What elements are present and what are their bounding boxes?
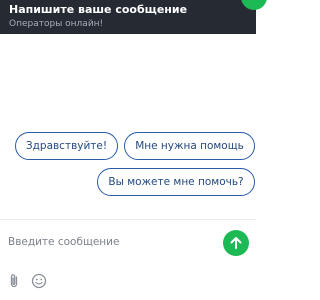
operators-status: Операторы онлайн! [9, 19, 104, 29]
quick-reply-can-you-help[interactable]: Вы можете мне помочь? [97, 168, 255, 196]
arrow-up-icon [230, 237, 242, 249]
quick-reply-need-help[interactable]: Мне нужна помощь [124, 132, 255, 160]
quick-reply-hello[interactable]: Здравствуйте! [15, 132, 118, 160]
composer-divider [0, 219, 256, 220]
chat-title: Напишите ваше сообщение [9, 3, 188, 16]
paperclip-icon[interactable] [7, 273, 21, 289]
message-input[interactable] [8, 232, 208, 252]
smiley-icon[interactable] [31, 273, 47, 289]
send-button[interactable] [223, 230, 249, 256]
chat-launcher-button[interactable] [241, 0, 267, 10]
chat-header: Напишите ваше сообщение Операторы онлайн… [0, 0, 267, 34]
